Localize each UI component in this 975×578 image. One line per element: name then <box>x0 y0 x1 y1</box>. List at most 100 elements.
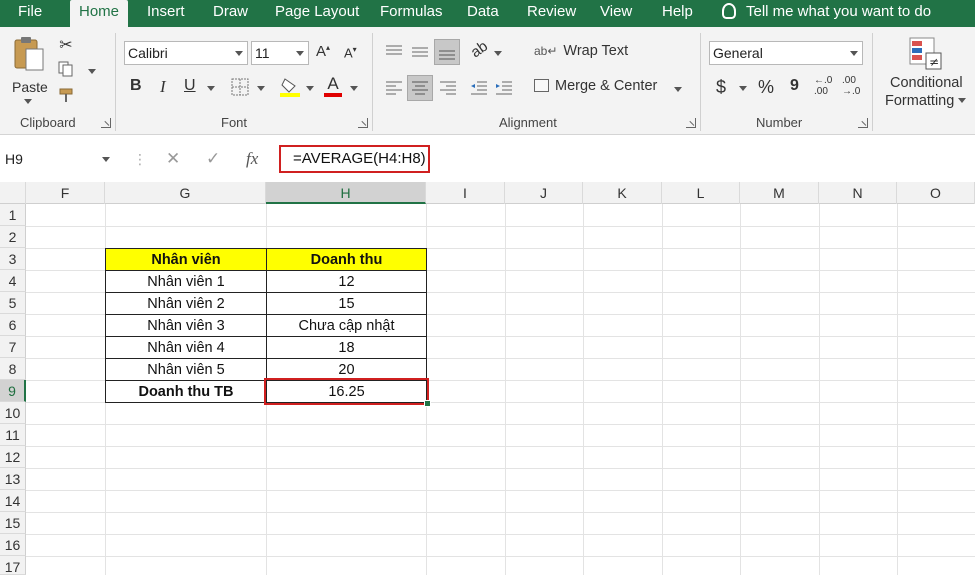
table-cell[interactable]: Nhân viên 2 <box>105 292 267 315</box>
increase-indent-icon[interactable] <box>494 79 514 97</box>
column-header-o[interactable]: O <box>897 182 975 204</box>
column-header-n[interactable]: N <box>819 182 897 204</box>
column-header-i[interactable]: I <box>426 182 505 204</box>
column-header-l[interactable]: L <box>662 182 740 204</box>
row-header[interactable]: 3 <box>0 248 26 270</box>
row-header[interactable]: 8 <box>0 358 26 380</box>
table-header-cell[interactable]: Nhân viên <box>105 248 267 271</box>
enter-icon[interactable]: ✓ <box>206 147 220 171</box>
chevron-down-icon[interactable] <box>207 86 215 91</box>
table-cell[interactable]: Nhân viên 3 <box>105 314 267 337</box>
column-header-h[interactable]: H <box>266 182 426 204</box>
insert-function-icon[interactable]: fx <box>246 147 258 171</box>
name-box[interactable]: H9 <box>0 147 118 171</box>
row-header[interactable]: 7 <box>0 336 26 358</box>
align-middle-icon[interactable] <box>410 43 430 61</box>
tab-draw[interactable]: Draw <box>207 0 254 27</box>
table-cell[interactable]: 12 <box>266 270 427 293</box>
worksheet-grid[interactable]: F G H I J K L M N O 1 2 3 4 5 6 7 8 9 10… <box>0 182 975 575</box>
font-color-icon[interactable]: A <box>324 75 342 97</box>
number-format-select[interactable]: General <box>709 41 863 65</box>
borders-icon[interactable] <box>231 78 249 96</box>
align-top-icon[interactable] <box>384 43 404 61</box>
row-header[interactable]: 5 <box>0 292 26 314</box>
increase-decimal-button[interactable]: ←.0 .00 <box>814 75 832 97</box>
cancel-icon[interactable]: ✕ <box>166 147 180 171</box>
decrease-indent-icon[interactable] <box>469 79 489 97</box>
tab-home[interactable]: Home <box>70 0 128 27</box>
column-header-f[interactable]: F <box>26 182 105 204</box>
row-header-selected[interactable]: 9 <box>0 380 26 402</box>
table-cell[interactable]: Nhân viên 1 <box>105 270 267 293</box>
wrap-text-button[interactable]: ab↵ Wrap Text <box>534 43 628 65</box>
currency-format-button[interactable]: $ <box>716 77 726 98</box>
align-left-icon[interactable] <box>384 79 404 97</box>
copy-icon[interactable] <box>58 61 74 77</box>
row-header[interactable]: 15 <box>0 512 26 534</box>
increase-font-size-icon[interactable]: A▴ <box>316 43 330 60</box>
align-center-button[interactable] <box>407 75 433 101</box>
table-header-cell[interactable]: Doanh thu <box>266 248 427 271</box>
decrease-font-size-icon[interactable]: A▾ <box>344 45 357 60</box>
format-painter-icon[interactable] <box>58 87 74 103</box>
comma-style-button[interactable]: 9 <box>790 77 799 95</box>
total-label-cell[interactable]: Doanh thu TB <box>105 380 267 403</box>
formula-input[interactable]: =AVERAGE(H4:H8) <box>279 145 430 173</box>
italic-button[interactable]: I <box>160 77 166 97</box>
dialog-launcher-icon[interactable] <box>686 118 696 128</box>
table-cell[interactable]: Chưa cập nhật <box>266 314 427 337</box>
tab-view[interactable]: View <box>594 0 638 27</box>
font-size-select[interactable]: 11 <box>251 41 309 65</box>
tell-me-search[interactable]: Tell me what you want to do <box>722 0 931 27</box>
chevron-down-icon[interactable] <box>102 157 110 162</box>
row-header[interactable]: 10 <box>0 402 26 424</box>
dialog-launcher-icon[interactable] <box>858 118 868 128</box>
row-header[interactable]: 11 <box>0 424 26 446</box>
select-all-corner[interactable] <box>0 182 26 204</box>
row-header[interactable]: 1 <box>0 204 26 226</box>
column-header-j[interactable]: J <box>505 182 583 204</box>
row-header[interactable]: 13 <box>0 468 26 490</box>
chevron-down-icon[interactable] <box>494 51 502 56</box>
column-header-g[interactable]: G <box>105 182 266 204</box>
paste-button[interactable]: Paste <box>8 35 50 104</box>
chevron-down-icon[interactable] <box>88 69 96 74</box>
tab-page-layout[interactable]: Page Layout <box>269 0 365 27</box>
column-header-k[interactable]: K <box>583 182 662 204</box>
tab-formulas[interactable]: Formulas <box>374 0 449 27</box>
underline-button[interactable]: U <box>184 77 196 95</box>
row-header[interactable]: 14 <box>0 490 26 512</box>
chevron-down-icon[interactable] <box>257 86 265 91</box>
dialog-launcher-icon[interactable] <box>101 118 111 128</box>
decrease-decimal-button[interactable]: .00 →.0 <box>842 75 860 97</box>
row-header[interactable]: 2 <box>0 226 26 248</box>
tab-data[interactable]: Data <box>461 0 505 27</box>
row-header[interactable]: 4 <box>0 270 26 292</box>
chevron-down-icon[interactable] <box>739 86 747 91</box>
cut-icon[interactable]: ✂ <box>58 35 74 55</box>
chevron-down-icon[interactable] <box>674 87 682 92</box>
row-header[interactable]: 16 <box>0 534 26 556</box>
row-header[interactable]: 12 <box>0 446 26 468</box>
table-cell[interactable]: 15 <box>266 292 427 315</box>
row-header[interactable]: 6 <box>0 314 26 336</box>
fill-color-icon[interactable] <box>280 76 300 98</box>
chevron-down-icon[interactable] <box>306 86 314 91</box>
tab-review[interactable]: Review <box>521 0 582 27</box>
align-bottom-button[interactable] <box>434 39 460 65</box>
chevron-down-icon[interactable] <box>350 86 358 91</box>
conditional-formatting-button[interactable]: ≠ Conditional Formatting <box>883 35 973 115</box>
tab-insert[interactable]: Insert <box>141 0 191 27</box>
bold-button[interactable]: B <box>130 77 142 95</box>
merge-center-button[interactable]: Merge & Center <box>534 78 657 100</box>
tab-file[interactable]: File <box>12 0 48 27</box>
orientation-icon[interactable]: ab <box>468 38 491 61</box>
row-header[interactable]: 17 <box>0 556 26 575</box>
font-name-select[interactable]: Calibri <box>124 41 248 65</box>
dialog-launcher-icon[interactable] <box>358 118 368 128</box>
tab-help[interactable]: Help <box>656 0 699 27</box>
table-cell[interactable]: 18 <box>266 336 427 359</box>
table-cell[interactable]: Nhân viên 5 <box>105 358 267 381</box>
column-header-m[interactable]: M <box>740 182 819 204</box>
percent-style-button[interactable]: % <box>758 77 774 98</box>
